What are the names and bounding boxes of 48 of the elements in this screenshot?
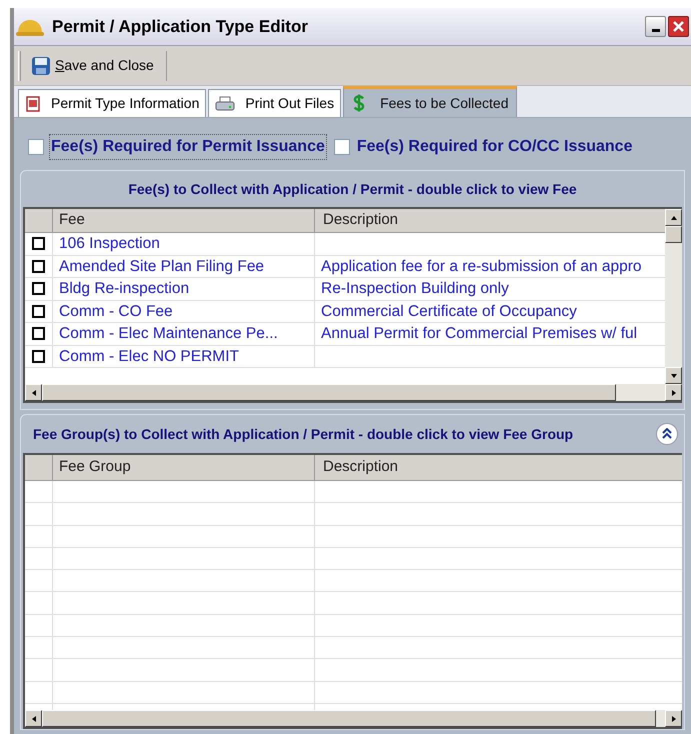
fee-name[interactable]: Comm - CO Fee: [59, 300, 173, 323]
double-chevron-up-icon: [662, 428, 672, 440]
fee-name[interactable]: 106 Inspection: [59, 232, 160, 256]
tab[interactable]: Fees to be Collected: [343, 86, 518, 117]
collapse-button[interactable]: [656, 423, 678, 445]
panel-header: Fee Group(s) to Collect with Application / Permit - double click to view Fee Group: [33, 424, 574, 444]
fee-name[interactable]: Comm - Elec Maintenance Pe...: [59, 322, 278, 346]
minimize-button[interactable]: [645, 16, 666, 37]
vertical-scrollbar[interactable]: [665, 209, 682, 384]
close-button[interactable]: [668, 16, 689, 37]
checkbox[interactable]: [334, 139, 350, 155]
scroll-down-icon[interactable]: [665, 367, 682, 384]
scroll-right-icon[interactable]: [665, 384, 682, 401]
printer-icon: [215, 96, 236, 112]
calendar-icon: [25, 96, 41, 112]
scroll-left-icon[interactable]: [25, 384, 42, 401]
checkbox[interactable]: [32, 350, 45, 363]
checkbox[interactable]: [32, 327, 45, 340]
column-header[interactable]: Fee Group: [53, 455, 315, 480]
fee-name[interactable]: Bldg Re-inspection: [59, 277, 190, 300]
tab[interactable]: Print Out Files: [208, 89, 342, 117]
checkbox[interactable]: [32, 282, 45, 296]
column-header[interactable]: Fee: [53, 209, 315, 232]
fee-description: Annual Permit for Commercial Premises w/ ful: [321, 324, 638, 344]
scroll-left-icon[interactable]: [25, 710, 42, 727]
option-label[interactable]: Fee(s) Required for CO/CC Issuance: [356, 135, 634, 159]
fee-name[interactable]: Amended Site Plan Filing Fee: [59, 254, 264, 278]
option-label[interactable]: Fee(s) Required for Permit Issuance: [50, 135, 326, 159]
column-header[interactable]: Description: [315, 455, 682, 480]
fee-description: Application fee for a re-submission of an appro: [321, 256, 642, 277]
column-header[interactable]: Description: [315, 209, 665, 232]
window-title: Permit / Application Type Editor: [52, 16, 308, 38]
fee-description: Re-Inspection Building only: [321, 279, 509, 300]
panel-header: Fee(s) to Collect with Application / Permit - double click to view Fee: [127, 180, 578, 199]
save-and-close-button[interactable]: Save and Close: [31, 50, 167, 80]
checkbox[interactable]: [32, 304, 45, 318]
dollar-icon: [352, 94, 366, 112]
tab[interactable]: Permit Type Information: [18, 89, 206, 117]
scroll-right-icon[interactable]: [665, 710, 682, 727]
checkbox[interactable]: [32, 237, 45, 250]
fee-description: Commercial Certificate of Occupancy: [321, 302, 577, 322]
checkbox[interactable]: [28, 139, 44, 155]
scroll-thumb[interactable]: [665, 226, 682, 243]
close-icon: [672, 20, 685, 33]
checkbox[interactable]: [32, 260, 45, 273]
scroll-up-icon[interactable]: [665, 209, 682, 226]
fee-name[interactable]: Comm - Elec NO PERMIT: [59, 344, 239, 368]
minimize-icon: [652, 29, 660, 32]
